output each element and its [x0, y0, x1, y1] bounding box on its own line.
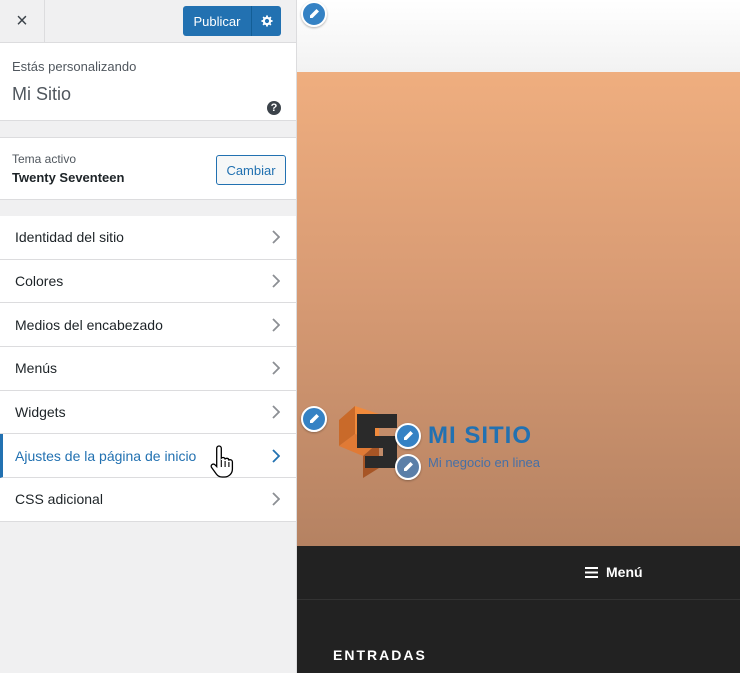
- close-icon: ×: [16, 9, 28, 32]
- pencil-icon: [404, 462, 413, 471]
- site-logo: [339, 406, 397, 478]
- section-header-media[interactable]: Medios del encabezado: [0, 303, 296, 348]
- customizer-header: × Publicar: [0, 0, 296, 43]
- posts-heading: ENTRADAS: [333, 647, 427, 663]
- edit-shortcut-button[interactable]: [301, 1, 327, 27]
- chevron-right-icon: [272, 449, 280, 463]
- publish-button[interactable]: Publicar: [183, 6, 252, 36]
- section-label: Widgets: [15, 404, 66, 421]
- section-homepage-settings[interactable]: Ajustes de la página de inicio: [0, 434, 296, 479]
- chevron-right-icon: [272, 318, 280, 332]
- section-widgets[interactable]: Widgets: [0, 390, 296, 435]
- section-site-identity[interactable]: Identidad del sitio: [0, 216, 296, 260]
- publish-button-group: Publicar: [183, 6, 281, 36]
- customizer-sidebar: × Publicar Estás personalizando Mi Sitio…: [0, 0, 297, 673]
- close-button[interactable]: ×: [0, 0, 45, 42]
- chevron-right-icon: [272, 274, 280, 288]
- site-tagline: Mi negocio en linea: [428, 455, 541, 470]
- section-label: Ajustes de la página de inicio: [15, 447, 197, 464]
- chevron-right-icon: [272, 230, 280, 244]
- section-label: CSS adicional: [15, 491, 103, 508]
- hand-pointer-icon: [210, 445, 234, 478]
- section-label: Medios del encabezado: [15, 316, 163, 333]
- publish-settings-button[interactable]: [252, 6, 281, 36]
- gear-icon: [260, 15, 273, 27]
- header-media: MI SITIO Mi negocio en linea: [297, 72, 740, 546]
- section-additional-css[interactable]: CSS adicional: [0, 478, 296, 522]
- customizer-sections: Identidad del sitio Colores Medios del e…: [0, 216, 296, 522]
- section-menus[interactable]: Menús: [0, 347, 296, 391]
- preview-top-area: [297, 0, 740, 72]
- section-colors[interactable]: Colores: [0, 259, 296, 304]
- pencil-icon: [310, 414, 319, 423]
- customizing-label: Estás personalizando: [12, 59, 137, 74]
- edit-shortcut-button[interactable]: [395, 454, 421, 480]
- pencil-icon: [310, 9, 319, 18]
- chevron-right-icon: [272, 361, 280, 376]
- hamburger-icon: [585, 566, 598, 578]
- change-theme-button[interactable]: Cambiar: [216, 155, 286, 185]
- menu-toggle-label: Menú: [606, 564, 643, 580]
- edit-shortcut-button[interactable]: [395, 423, 421, 449]
- section-label: Menús: [15, 360, 58, 377]
- section-label: Identidad del sitio: [15, 229, 124, 246]
- section-label: Colores: [15, 273, 64, 290]
- chevron-right-icon: [272, 492, 280, 507]
- site-name: Mi Sitio: [12, 84, 72, 104]
- content-area: ENTRADAS: [297, 600, 740, 673]
- customizing-info: Estás personalizando Mi Sitio ?: [0, 43, 296, 121]
- help-icon[interactable]: ?: [267, 101, 281, 115]
- site-preview: MI SITIO Mi negocio en linea Menú ENTRAD…: [297, 0, 740, 673]
- chevron-right-icon: [272, 405, 280, 419]
- pencil-icon: [404, 431, 413, 440]
- site-title[interactable]: MI SITIO: [428, 422, 532, 450]
- active-theme-panel: Tema activo Twenty Seventeen Cambiar: [0, 137, 296, 200]
- navigation-bar: Menú: [297, 546, 740, 600]
- menu-toggle-button[interactable]: Menú: [585, 564, 643, 580]
- edit-shortcut-button[interactable]: [301, 406, 327, 432]
